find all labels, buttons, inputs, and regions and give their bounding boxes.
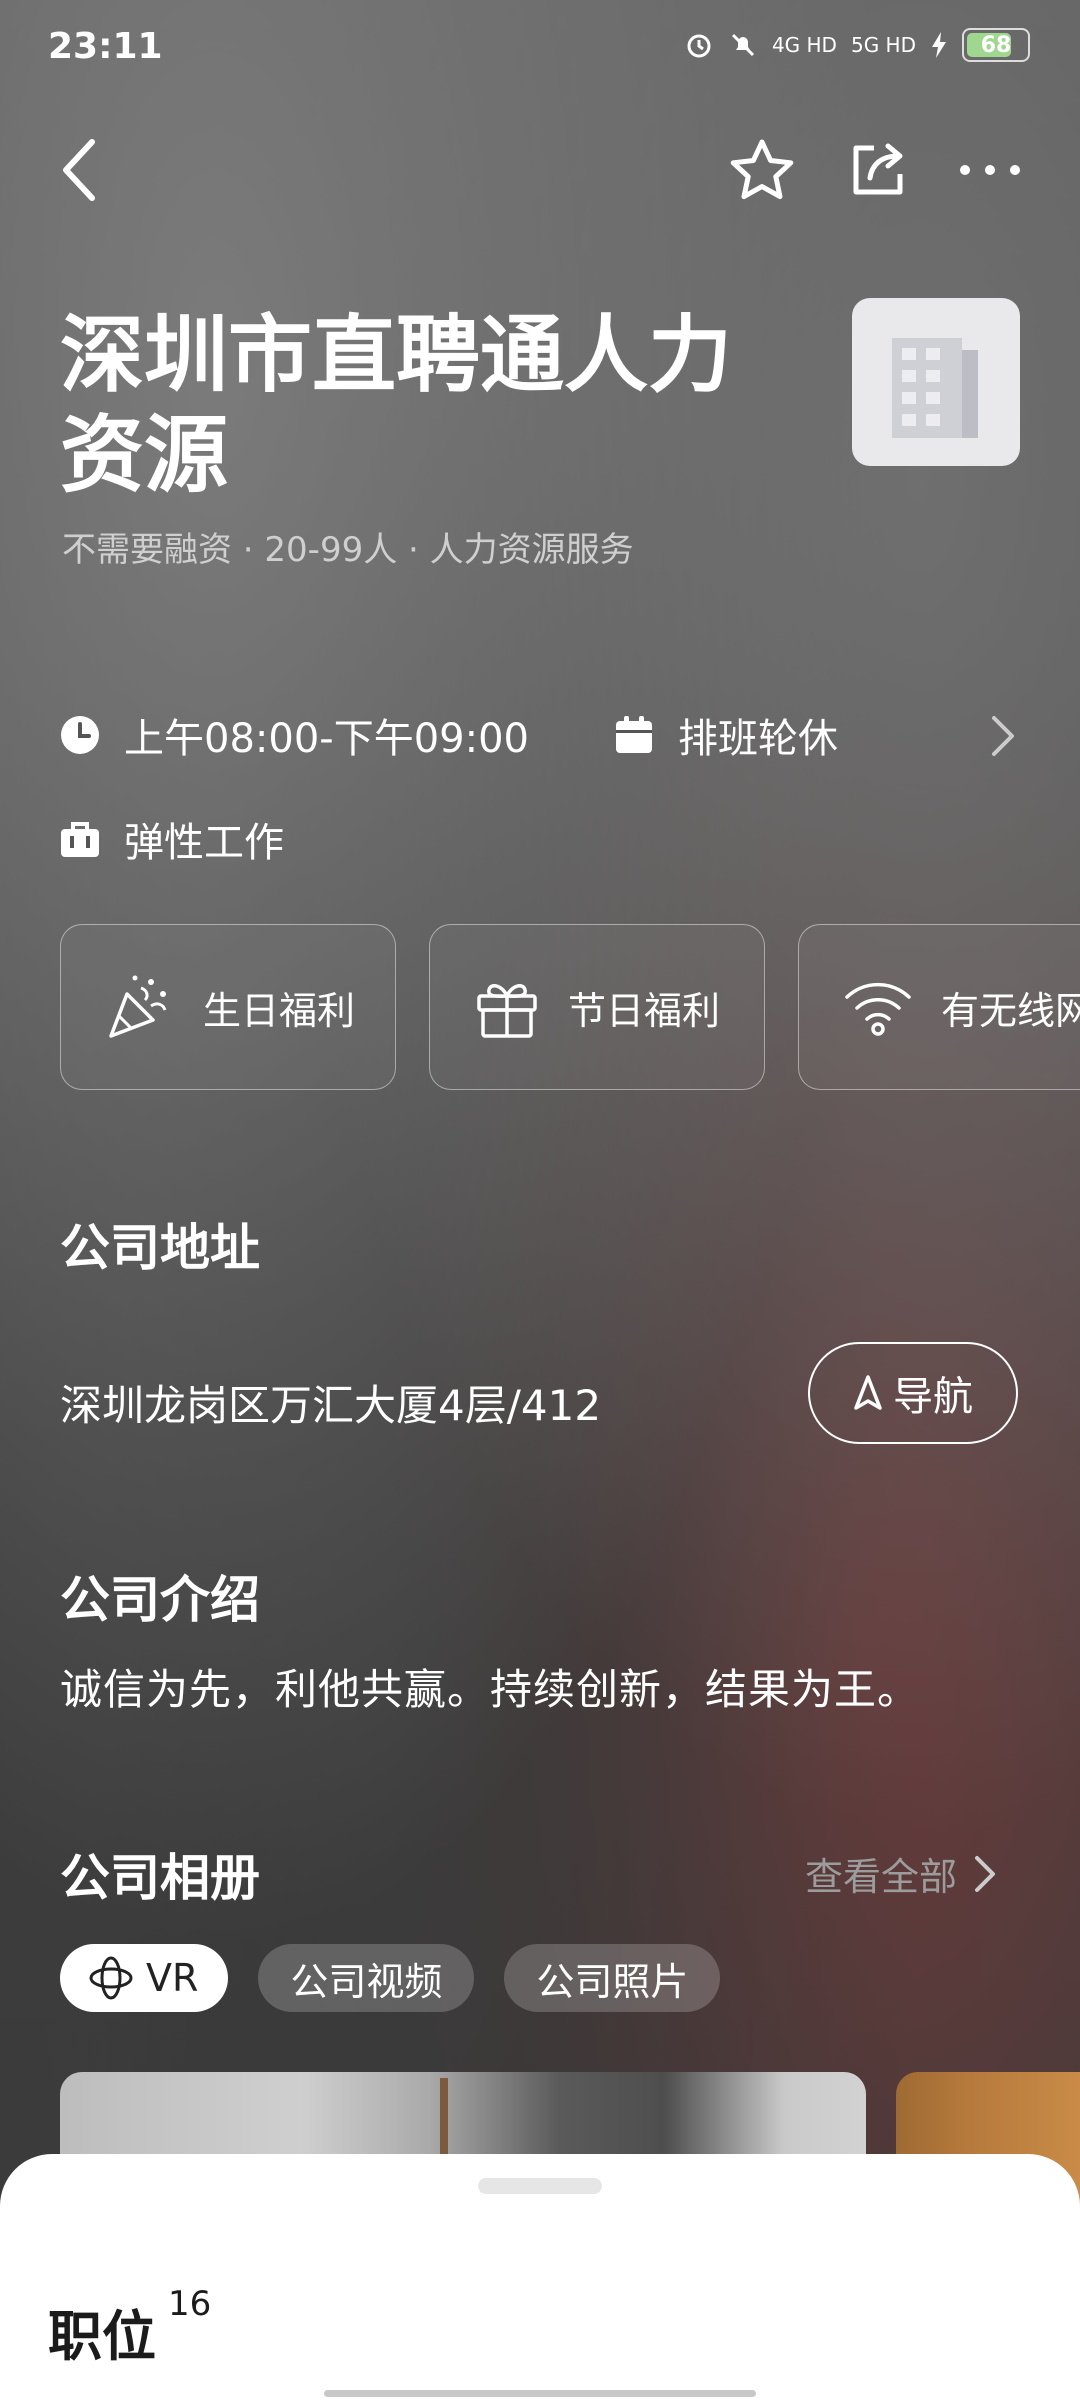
tab-company-photos-label: 公司照片: [536, 1959, 689, 2004]
company-address: 深圳龙岗区万汇大厦4层/412: [60, 1381, 602, 1430]
network-5g: 5G HD: [850, 33, 916, 57]
more-button[interactable]: [950, 130, 1030, 210]
wifi-icon: [845, 982, 911, 1036]
tab-vr[interactable]: VR: [60, 1944, 229, 2012]
network-4g: 4G HD: [771, 33, 837, 57]
charging-icon: [932, 32, 946, 58]
status-time: 23:11: [48, 26, 163, 67]
view-all-label: 查看全部: [805, 1855, 958, 1899]
jobs-title: 职位: [48, 2305, 156, 2368]
mute-icon: [731, 33, 754, 57]
work-hours-text: 上午08:00-下午09:00: [124, 716, 529, 762]
benefit-card-holiday[interactable]: 节日福利: [429, 924, 765, 1090]
more-dots-icon: [960, 165, 1020, 175]
navigate-label: 导航: [893, 1374, 973, 1420]
alarm-icon: [687, 34, 711, 58]
intro-section-title: 公司介绍: [60, 1571, 260, 1629]
sheet-drag-handle[interactable]: [478, 2178, 602, 2194]
jobs-count: 16: [168, 2284, 212, 2324]
back-button[interactable]: [40, 130, 120, 210]
chevron-right-icon: [975, 1855, 996, 1892]
company-name: 深圳市直聘通人力资源: [60, 306, 733, 504]
share-icon: [853, 143, 903, 195]
building-icon: [892, 338, 978, 438]
album-tabs: VR 公司视频 公司照片: [60, 1944, 721, 2012]
favorite-button[interactable]: [722, 130, 802, 210]
share-button[interactable]: [838, 130, 918, 210]
star-icon: [730, 139, 794, 200]
tab-company-video-label: 公司视频: [290, 1959, 443, 2004]
company-logo: [852, 298, 1020, 466]
briefcase-icon: [61, 822, 99, 857]
tab-company-photos[interactable]: 公司照片: [504, 1944, 721, 2012]
status-icons: 4G HD 5G HD 68: [684, 28, 1030, 62]
benefit-label: 生日福利: [203, 988, 356, 1033]
shift-schedule-text: 排班轮休: [678, 716, 838, 762]
address-section-title: 公司地址: [60, 1219, 260, 1277]
flexible-work-text: 弹性工作: [124, 820, 284, 866]
flexible-work: 弹性工作: [60, 810, 284, 868]
company-page: 23:11 4G HD 5G HD 68 深圳市直聘通人力资源 不需要融资 · …: [0, 0, 1080, 2400]
battery-indicator: 68: [962, 28, 1030, 62]
work-hours: 上午08:00-下午09:00: [60, 706, 529, 764]
album-section-title: 公司相册: [60, 1849, 260, 1907]
benefit-label: 节日福利: [568, 988, 721, 1033]
calendar-icon: [616, 716, 652, 753]
vr-globe-icon: [89, 1956, 133, 2000]
jobs-bottom-sheet[interactable]: 职位 16: [0, 2154, 1080, 2400]
chevron-right-icon[interactable]: [990, 714, 1016, 758]
tab-company-video[interactable]: 公司视频: [258, 1944, 475, 2012]
company-intro-text: 诚信为先，利他共赢。持续创新，结果为王。: [60, 1665, 921, 1714]
benefit-card-wifi[interactable]: 有无线网: [798, 924, 1080, 1090]
tab-vr-label: VR: [146, 1956, 199, 2000]
benefit-card-birthday[interactable]: 生日福利: [60, 924, 396, 1090]
navigation-arrow-icon: [854, 1375, 882, 1410]
home-indicator[interactable]: [324, 2390, 756, 2397]
chevron-left-icon: [63, 139, 95, 201]
clock-icon: [61, 716, 99, 754]
company-meta: 不需要融资 · 20-99人 · 人力资源服务: [62, 530, 634, 570]
status-bar: 23:11 4G HD 5G HD 68: [0, 0, 1080, 100]
navigate-button[interactable]: 导航: [808, 1342, 1018, 1444]
benefit-label: 有无线网: [941, 988, 1080, 1033]
view-all-link[interactable]: 查看全部: [805, 1846, 997, 1901]
gift-icon: [477, 984, 537, 1038]
party-popper-icon: [109, 975, 167, 1038]
battery-level: 68: [980, 32, 1012, 58]
shift-schedule[interactable]: 排班轮休: [614, 706, 838, 764]
